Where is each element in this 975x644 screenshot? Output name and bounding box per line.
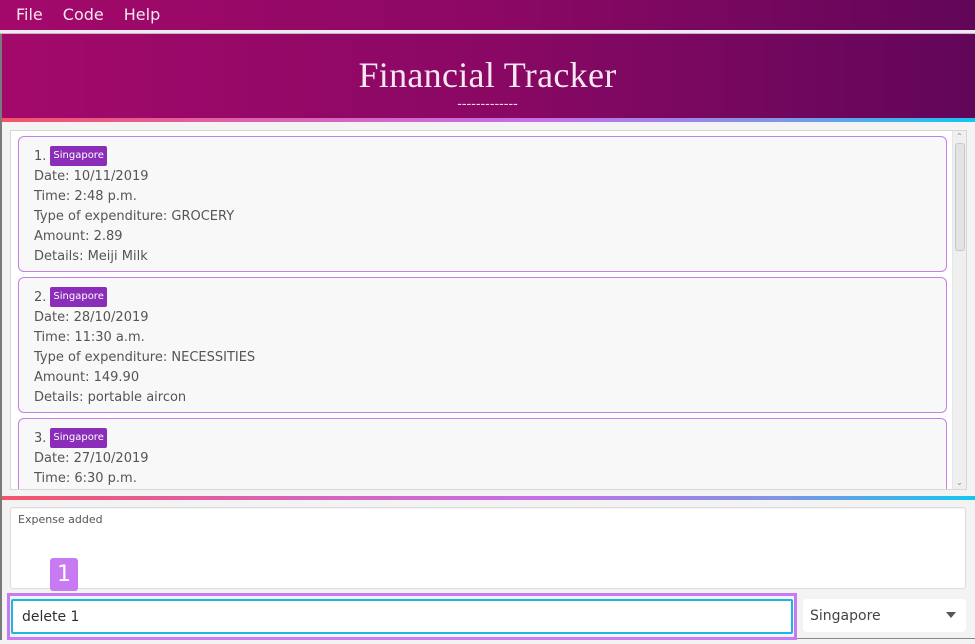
result-display: Expense added: [10, 507, 966, 589]
country-tag: Singapore: [50, 146, 107, 166]
expense-date: Date: 27/10/2019: [34, 451, 149, 466]
annotation-badge: 1: [50, 558, 78, 591]
window-left-edge: [0, 34, 2, 640]
expense-list: 1. Singapore Date: 10/11/2019 Time: 2:48…: [10, 130, 967, 490]
menu-file[interactable]: File: [6, 0, 53, 30]
expense-index: 3.: [34, 430, 47, 446]
app-header: Financial Tracker -------------: [0, 34, 975, 118]
country-tag: Singapore: [50, 287, 107, 307]
country-select[interactable]: Singapore: [803, 599, 966, 632]
expense-index: 2.: [34, 289, 47, 305]
result-message: Expense added: [18, 513, 103, 526]
expense-date: Date: 28/10/2019: [34, 310, 149, 325]
expense-date: Date: 10/11/2019: [34, 169, 149, 184]
country-select-value: Singapore: [810, 607, 881, 624]
expense-time: Time: 2:48 p.m.: [34, 189, 137, 204]
expense-card[interactable]: 2. Singapore Date: 28/10/2019 Time: 11:3…: [18, 277, 947, 413]
expense-amount: Amount: 2.89: [34, 229, 123, 244]
expense-time: Time: 11:30 a.m.: [34, 330, 145, 345]
title-underline: -------------: [457, 95, 518, 111]
expense-index: 1.: [34, 148, 47, 164]
window-bottom-edge: [797, 638, 975, 639]
expense-details: Details: Meiji Milk: [34, 249, 148, 264]
dropdown-arrow-icon: [946, 612, 956, 618]
country-tag: Singapore: [50, 428, 107, 448]
list-divider: [0, 496, 975, 500]
expense-details: Details: portable aircon: [34, 390, 187, 405]
header-divider: [0, 118, 975, 122]
expense-card[interactable]: 3. Singapore Date: 27/10/2019 Time: 6:30…: [18, 418, 947, 489]
list-scrollbar[interactable]: ⌃ ⌄: [952, 131, 966, 489]
menu-bar: File Code Help: [0, 0, 975, 30]
expense-time: Time: 6:30 p.m.: [34, 471, 137, 486]
expense-amount: Amount: 149.90: [34, 370, 140, 385]
scroll-up-icon[interactable]: ⌃: [953, 131, 966, 143]
expense-type: Type of expenditure: NECESSITIES: [34, 350, 256, 365]
command-input[interactable]: [11, 599, 793, 634]
scroll-down-icon[interactable]: ⌄: [953, 477, 966, 489]
expense-type: Type of expenditure: GROCERY: [34, 209, 235, 224]
menu-code[interactable]: Code: [53, 0, 114, 30]
app-title: Financial Tracker: [358, 55, 617, 95]
scroll-thumb[interactable]: [955, 143, 965, 251]
expense-card[interactable]: 1. Singapore Date: 10/11/2019 Time: 2:48…: [18, 136, 947, 272]
menu-help[interactable]: Help: [114, 0, 170, 30]
